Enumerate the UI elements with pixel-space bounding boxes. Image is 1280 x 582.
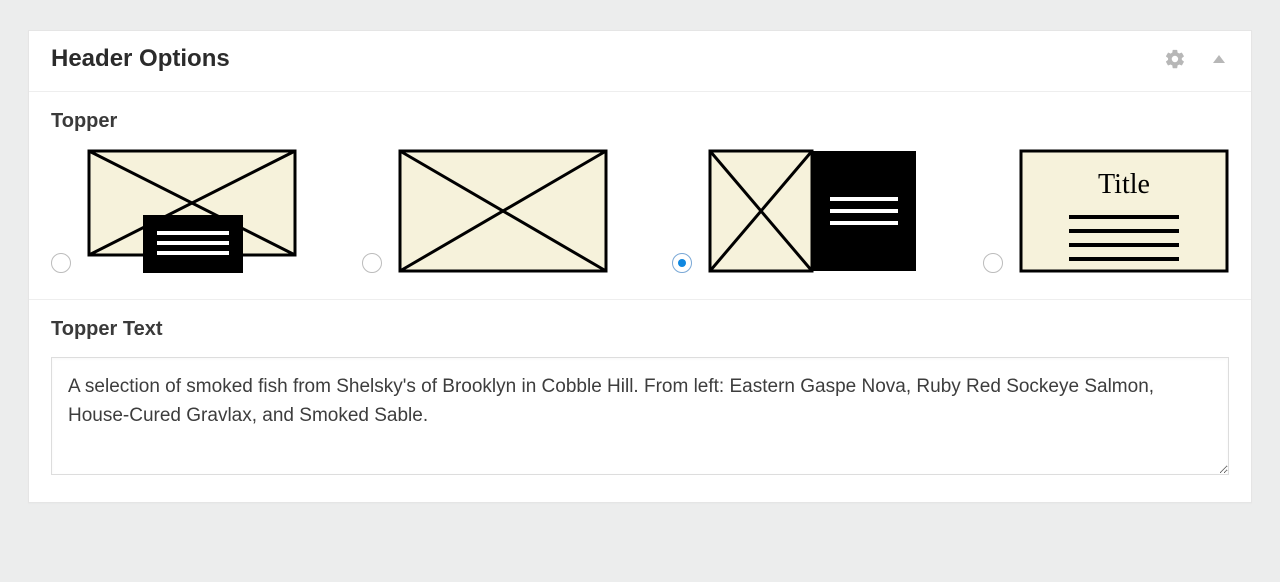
- panel-header: Header Options: [29, 31, 1251, 92]
- topper-text-label: Topper Text: [51, 318, 1229, 341]
- thumb-overlay-caption: [87, 149, 297, 277]
- radio-overlay-caption[interactable]: [51, 253, 71, 273]
- topper-option-overlay-caption[interactable]: [51, 149, 297, 277]
- topper-text-section: Topper Text: [29, 299, 1251, 502]
- radio-image-only[interactable]: [362, 253, 382, 273]
- panel-title: Header Options: [51, 45, 230, 73]
- thumb-title-text-label: Title: [1098, 169, 1150, 200]
- topper-text-input[interactable]: [51, 357, 1229, 475]
- header-options-panel: Header Options Topper: [28, 30, 1252, 503]
- topper-option-image-only[interactable]: [362, 149, 608, 277]
- radio-title-text[interactable]: [983, 253, 1003, 273]
- collapse-icon[interactable]: [1207, 47, 1231, 71]
- gear-icon[interactable]: [1163, 47, 1187, 71]
- radio-split-dark[interactable]: [672, 253, 692, 273]
- panel-header-controls: [1163, 47, 1231, 71]
- topper-section: Topper: [29, 92, 1251, 299]
- thumb-title-text: Title: [1019, 149, 1229, 277]
- thumb-split-dark: [708, 149, 918, 277]
- thumb-image-only: [398, 149, 608, 277]
- topper-label: Topper: [51, 110, 1229, 133]
- topper-option-title-text[interactable]: Title: [983, 149, 1229, 277]
- topper-option-split-dark[interactable]: [672, 149, 918, 277]
- topper-options: Title: [51, 149, 1229, 277]
